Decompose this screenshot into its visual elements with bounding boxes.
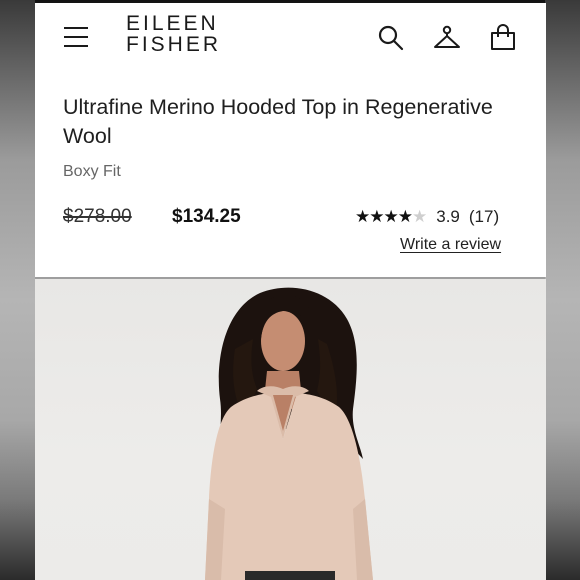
menu-icon[interactable] <box>64 27 88 47</box>
background-blur-right <box>545 0 580 580</box>
rating-summary[interactable]: ★★★★★ 3.9 (17) <box>355 206 499 228</box>
original-price: $278.00 <box>63 206 132 227</box>
search-icon[interactable] <box>375 22 407 54</box>
product-title: Ultrafine Merino Hooded Top in Regenerat… <box>63 95 493 148</box>
product-fit: Boxy Fit <box>63 163 121 180</box>
account-icon[interactable] <box>431 22 463 54</box>
logo-line-2: FISHER <box>126 33 222 56</box>
logo-line-1: EILEEN <box>126 12 219 35</box>
star-icon: ★ <box>397 207 413 226</box>
sale-price: $134.25 <box>172 206 241 227</box>
star-empty-icon: ★ <box>412 207 427 226</box>
model-photo <box>205 287 373 580</box>
star-icon: ★ <box>383 207 399 226</box>
star-rating: ★★★★★ <box>355 207 427 227</box>
review-count: (17) <box>468 207 500 226</box>
bag-icon[interactable] <box>487 22 519 54</box>
background-blur-left <box>0 0 35 580</box>
star-icon: ★ <box>355 207 370 226</box>
write-review-link[interactable]: Write a review <box>400 236 501 254</box>
brand-logo[interactable]: EILEEN FISHER <box>126 13 221 55</box>
product-image[interactable] <box>35 279 546 580</box>
rating-value: 3.9 <box>436 207 460 226</box>
product-info-card: EILEEN FISHER Ultrafine Merino Hooded To… <box>35 3 546 277</box>
site-header: EILEEN FISHER <box>35 3 546 73</box>
star-icon: ★ <box>369 207 384 226</box>
